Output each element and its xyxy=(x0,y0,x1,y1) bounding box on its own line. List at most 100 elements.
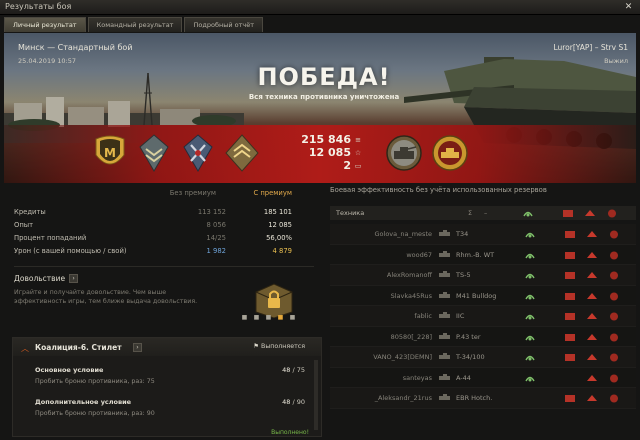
enemy-row[interactable]: AlexRomanoff TS-5 xyxy=(330,265,636,286)
medals-row: M xyxy=(92,133,260,173)
spotted-icon xyxy=(525,335,535,340)
lootbox-progress: ■ ■ ■ ■ ■ xyxy=(241,314,296,321)
tab-detailed-report[interactable]: Подробный отчёт xyxy=(184,17,264,32)
efficiency-header: Боевая эффективность без учёта использов… xyxy=(330,186,547,194)
spotted-icon xyxy=(525,232,535,238)
progress-total: / 90 xyxy=(290,398,305,406)
efficiency-table-header: Техника Σ – xyxy=(330,206,636,220)
experience-earned: 12 085 ☆ xyxy=(292,146,362,159)
mission-title: Коалиция-6. Стилет xyxy=(35,343,122,352)
battle-result-banner: Минск — Стандартный бой 25.04.2019 10:57… xyxy=(4,33,636,183)
enemy-row[interactable]: santeyas A-44 xyxy=(330,367,636,388)
result-subtitle: Вся техника противника уничтожена xyxy=(248,93,400,101)
kill-icon xyxy=(610,374,618,382)
mission-more-button[interactable]: › xyxy=(133,343,142,352)
header-no-premium: Без премиум xyxy=(169,189,216,197)
enemy-vehicle: IIC xyxy=(456,312,465,320)
star-icon: ☆ xyxy=(354,148,362,157)
enemy-row[interactable]: fablic IIC xyxy=(330,306,636,327)
enemy-row[interactable]: Slavka45Rus M41 Bulldog xyxy=(330,285,636,306)
rank-insignia-icon[interactable] xyxy=(224,133,260,173)
satisfaction-more-button[interactable]: › xyxy=(69,274,79,283)
kill-icon xyxy=(610,251,618,259)
stat-own-damage: 4 879 xyxy=(272,247,292,255)
damage-icon xyxy=(587,251,597,258)
free-value: 2 xyxy=(343,159,351,172)
svg-text:M: M xyxy=(104,146,116,160)
kill-filter-icon[interactable] xyxy=(606,208,618,219)
enemy-row[interactable]: Golova_na_meste T34 xyxy=(330,224,636,245)
kill-icon xyxy=(610,394,618,403)
kill-icon xyxy=(610,333,618,341)
stat-label: Процент попаданий xyxy=(14,234,87,242)
lootbox-lock-icon[interactable] xyxy=(250,278,298,318)
crit-filter-icon[interactable] xyxy=(562,208,574,219)
tab-bar: Личный результат Командный результат Под… xyxy=(4,17,264,32)
enemy-row[interactable]: _Aleksandr_21rus EBR Hotch. xyxy=(330,388,636,409)
sum-icon[interactable]: Σ xyxy=(468,209,472,217)
enemy-player: 80580[_228] xyxy=(390,332,432,341)
mastery-badge-icon[interactable]: M xyxy=(92,133,128,173)
credits-earned: 215 846 ≡ xyxy=(292,133,362,146)
satisfaction-description: Играйте и получайте довольствие. Чем выш… xyxy=(14,289,198,305)
stat-no-premium: 14/25 xyxy=(206,234,226,242)
stats-row-experience: Опыт 8 056 12 085 xyxy=(14,219,324,232)
economy-stats: Без премиум С премиум Кредиты 113 152 18… xyxy=(14,186,324,258)
enemy-vehicle: T-34/100 xyxy=(456,353,485,361)
crit-icon xyxy=(565,292,575,300)
condition-extra-desc: Пробить броню противника, раз: 90 xyxy=(35,410,155,417)
free-earned: 2 ▭ xyxy=(292,159,362,172)
damage-icon xyxy=(587,374,597,381)
tab-team-result[interactable]: Командный результат xyxy=(87,17,183,32)
crit-icon xyxy=(565,313,575,320)
condition-main-progress: 48 / 75 xyxy=(282,366,305,374)
stat-label: Урон (с вашей помощью / свой) xyxy=(14,247,127,255)
vehicle-class-icon xyxy=(439,291,450,298)
stats-row-hit-percent: Процент попаданий 14/25 56,00% xyxy=(14,232,324,245)
close-icon[interactable]: ✕ xyxy=(622,1,635,13)
title-bar: Результаты боя ✕ xyxy=(0,0,640,15)
stat-premium: 56,00% xyxy=(266,234,292,242)
battle-datetime: 25.04.2019 10:57 xyxy=(18,57,77,65)
stat-premium: 185 101 xyxy=(263,208,292,216)
vehicle-class-icon xyxy=(439,250,450,257)
damage-filter-icon[interactable] xyxy=(584,208,596,219)
enemy-row[interactable]: VANO_423[DEMN] T-34/100 xyxy=(330,347,636,368)
stat-assisted-damage: 1 982 xyxy=(206,247,226,255)
lootbox-step-icon: ■ xyxy=(265,314,272,321)
crit-icon xyxy=(565,251,575,259)
cross-medal-icon[interactable] xyxy=(180,133,216,173)
chevron-medal-icon[interactable] xyxy=(136,133,172,173)
lootbox-step-active-icon: ■ xyxy=(277,314,284,321)
tank-gold-achievement-icon[interactable] xyxy=(430,133,470,173)
spotted-icon xyxy=(525,355,535,361)
vehicle-class-icon xyxy=(439,230,450,236)
mission-scrollbar[interactable] xyxy=(314,360,318,430)
stat-no-premium: 8 056 xyxy=(206,221,226,229)
mission-header: ︿ Коалиция-6. Стилет › ⚑ Выполняется xyxy=(13,338,321,356)
tab-personal-result[interactable]: Личный результат xyxy=(4,17,86,32)
chevron-up-icon[interactable]: ︿ xyxy=(21,343,29,354)
enemy-row[interactable]: wood67 Rhm.-B. WT xyxy=(330,244,636,265)
spotted-icon xyxy=(525,294,535,299)
enemy-vehicle: T34 xyxy=(456,230,469,238)
mission-status: ⚑ Выполняется xyxy=(253,343,305,350)
enemy-player: wood67 xyxy=(406,250,432,259)
crit-icon xyxy=(565,231,575,238)
mission-panel: ︿ Коалиция-6. Стилет › ⚑ Выполняется Осно… xyxy=(12,337,322,437)
enemy-player: VANO_423[DEMN] xyxy=(373,353,432,361)
mission-done-label: Выполнено! xyxy=(271,429,309,436)
enemy-vehicle: Rhm.-B. WT xyxy=(456,250,495,259)
condition-extra-progress: 48 / 90 xyxy=(282,398,305,406)
victory-block: ПОБЕДА! Вся техника противника уничтожен… xyxy=(204,63,444,101)
stats-header: Без премиум С премиум xyxy=(14,186,324,200)
enemy-vehicle: TS-5 xyxy=(456,271,471,279)
enemy-list: Golova_na_meste T34 wood67 Rhm.-B. WT Al… xyxy=(330,224,636,409)
enemy-row[interactable]: 80580[_228] P.43 ter xyxy=(330,326,636,347)
condition-main-title: Основное условие xyxy=(35,366,104,374)
stat-label: Опыт xyxy=(14,221,34,229)
tank-achievement-icon[interactable] xyxy=(384,133,424,173)
enemy-player: Golova_na_meste xyxy=(374,230,433,238)
ticket-icon: ▭ xyxy=(354,161,362,170)
spot-filter-icon[interactable] xyxy=(522,208,534,219)
